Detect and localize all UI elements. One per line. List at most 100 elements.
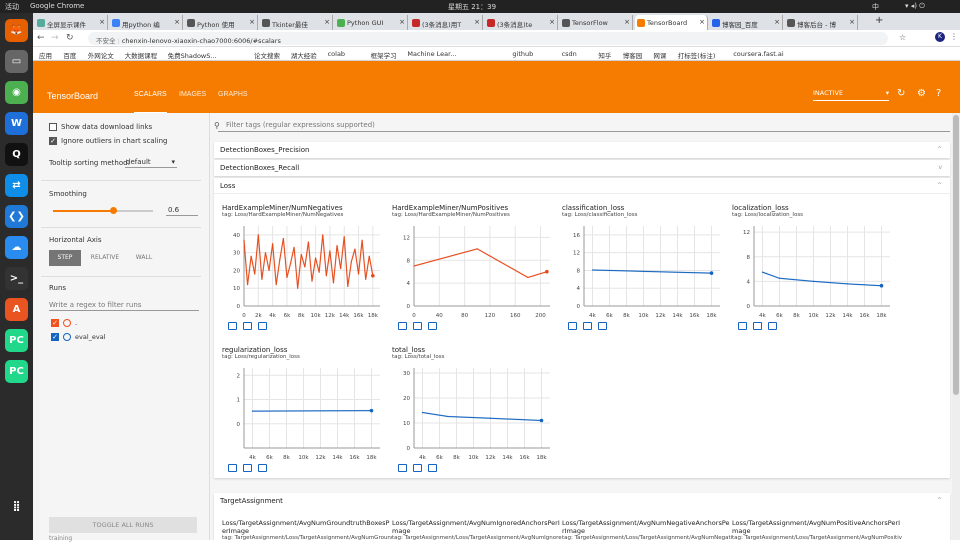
qq-icon[interactable]: Q [5, 143, 28, 166]
run-training-checkbox[interactable]: ✓ [51, 319, 59, 327]
profile-avatar[interactable]: K [935, 32, 945, 42]
bookmark-item[interactable]: 外网论文 [88, 50, 114, 60]
close-tab-icon[interactable]: × [174, 18, 180, 26]
wps-icon[interactable]: W [5, 112, 28, 135]
bookmark-item[interactable]: 论文搜索 [254, 50, 280, 60]
page-scrollbar[interactable] [952, 113, 960, 540]
filter-tags-input[interactable]: Filter tags (regular expressions support… [218, 121, 950, 132]
scrollbar-thumb[interactable] [953, 115, 959, 395]
close-tab-icon[interactable]: × [249, 18, 255, 26]
pycharm-icon-2[interactable]: PC [5, 360, 28, 383]
browser-tab[interactable]: 博客园_百度× [710, 15, 783, 30]
show-download-checkbox[interactable] [49, 123, 57, 131]
category-precision[interactable]: DetectionBoxes_Precision^ [214, 142, 950, 158]
bookmark-item[interactable]: github [512, 50, 533, 58]
browser-tab[interactable]: (3条消息)用T× [410, 15, 483, 30]
fit-domain-icon[interactable] [428, 464, 437, 472]
close-tab-icon[interactable]: × [849, 18, 855, 26]
close-tab-icon[interactable]: × [549, 18, 555, 26]
ignore-outliers-checkbox[interactable]: ✓ [49, 137, 57, 145]
close-tab-icon[interactable]: × [324, 18, 330, 26]
close-tab-icon[interactable]: × [399, 18, 405, 26]
browser-tab[interactable]: 博客后台 - 博× [785, 15, 858, 30]
input-method[interactable]: 中 [872, 2, 879, 12]
category-recall[interactable]: DetectionBoxes_Recallv [214, 160, 950, 176]
fit-domain-icon[interactable] [428, 322, 437, 330]
baidu-netdisk-icon[interactable]: ☁ [5, 236, 28, 259]
axis-wall-button[interactable]: WALL [127, 250, 161, 266]
fullscreen-icon[interactable] [398, 322, 407, 330]
tooltip-sort-select[interactable]: default ▾ [125, 157, 177, 168]
fit-domain-icon[interactable] [598, 322, 607, 330]
toggle-log-scale-icon[interactable] [413, 322, 422, 330]
fit-domain-icon[interactable] [258, 322, 267, 330]
axis-step-button[interactable]: STEP [49, 250, 81, 266]
bookmark-item[interactable]: csdn [562, 50, 577, 58]
line-chart[interactable]: 01020304002k4k6k8k10k12k14k16k18k [222, 222, 384, 320]
smoothing-input[interactable]: 0.6 [166, 205, 198, 216]
run-eval-checkbox[interactable]: ✓ [51, 333, 59, 341]
fullscreen-icon[interactable] [228, 464, 237, 472]
smoothing-slider[interactable] [53, 210, 153, 212]
bookmark-item[interactable]: 网课 [653, 50, 666, 60]
firefox-icon[interactable]: 🦊 [5, 19, 28, 42]
new-tab-icon[interactable]: + [875, 15, 883, 26]
bookmark-item[interactable]: 应用 [39, 50, 52, 60]
smoothing-slider-knob[interactable] [110, 207, 117, 214]
menu-icon[interactable]: ⋮ [950, 32, 958, 41]
fullscreen-icon[interactable] [738, 322, 747, 330]
refresh-icon[interactable]: ↻ [897, 88, 905, 99]
browser-tab[interactable]: Python GUI× [335, 15, 408, 30]
toggle-all-runs-button[interactable]: TOGGLE ALL RUNS [49, 517, 197, 533]
toggle-log-scale-icon[interactable] [243, 464, 252, 472]
browser-tab[interactable]: (3条消息)te× [485, 15, 558, 30]
settings-gear-icon[interactable]: ⚙ [917, 88, 926, 99]
close-tab-icon[interactable]: × [474, 18, 480, 26]
browser-tab[interactable]: Tkinter最佳× [260, 15, 333, 30]
line-chart[interactable]: 0481204080120160200 [392, 222, 554, 320]
activities-button[interactable]: 活动 [5, 2, 19, 12]
line-chart[interactable]: 048124k6k8k10k12k14k16k18k [732, 222, 894, 320]
bookmark-item[interactable]: 博客园 [623, 50, 643, 60]
close-tab-icon[interactable]: × [624, 18, 630, 26]
bookmark-item[interactable]: 湖大经验 [291, 50, 317, 60]
toggle-log-scale-icon[interactable] [583, 322, 592, 330]
tab-images[interactable]: IMAGES [179, 91, 206, 98]
bookmark-item[interactable]: 框架学习 [371, 50, 397, 60]
browser-tab[interactable]: 全屏显示课件× [35, 15, 108, 30]
security-indicator[interactable]: 不安全 [96, 37, 116, 45]
bookmark-item[interactable]: 百度 [63, 50, 76, 60]
bookmark-item[interactable]: 免费ShadowS... [168, 50, 217, 60]
toggle-log-scale-icon[interactable] [243, 322, 252, 330]
clock[interactable]: 星期五 21：39 [448, 2, 496, 12]
close-tab-icon[interactable]: × [774, 18, 780, 26]
chrome-icon[interactable]: ◉ [5, 81, 28, 104]
run-state-select[interactable]: INACTIVE▾ [813, 89, 889, 101]
help-icon[interactable]: ? [936, 88, 941, 99]
category-targetassignment[interactable]: TargetAssignment^ [214, 493, 950, 509]
forward-icon[interactable]: → [51, 33, 59, 43]
line-chart[interactable]: 0124k6k8k10k12k14k16k18k [222, 364, 384, 462]
terminal-icon[interactable]: >_ [5, 267, 28, 290]
tab-graphs[interactable]: GRAPHS [218, 91, 248, 98]
toggle-log-scale-icon[interactable] [413, 464, 422, 472]
bookmark-item[interactable]: 大数据课程 [125, 50, 158, 60]
fit-domain-icon[interactable] [768, 322, 777, 330]
category-loss[interactable]: Loss^ [214, 178, 950, 194]
line-chart[interactable]: 04812164k6k8k10k12k14k16k18k [562, 222, 724, 320]
fit-domain-icon[interactable] [258, 464, 267, 472]
runs-filter-input[interactable]: Write a regex to filter runs [49, 299, 199, 311]
fullscreen-icon[interactable] [568, 322, 577, 330]
bookmark-item[interactable]: 打标签(标注) [678, 50, 716, 60]
run-color-icon[interactable] [63, 319, 71, 327]
fullscreen-icon[interactable] [398, 464, 407, 472]
browser-tab[interactable]: TensorFlow× [560, 15, 633, 30]
files-icon[interactable]: ▭ [5, 50, 28, 73]
bookmark-item[interactable]: 知乎 [598, 50, 611, 60]
bookmark-item[interactable]: colab [328, 50, 345, 58]
vscode-icon[interactable]: ❮❯ [5, 205, 28, 228]
close-tab-icon[interactable]: × [99, 18, 105, 26]
fullscreen-icon[interactable] [228, 322, 237, 330]
browser-tab[interactable]: Python 使用× [185, 15, 258, 30]
reload-icon[interactable]: ↻ [66, 33, 74, 43]
